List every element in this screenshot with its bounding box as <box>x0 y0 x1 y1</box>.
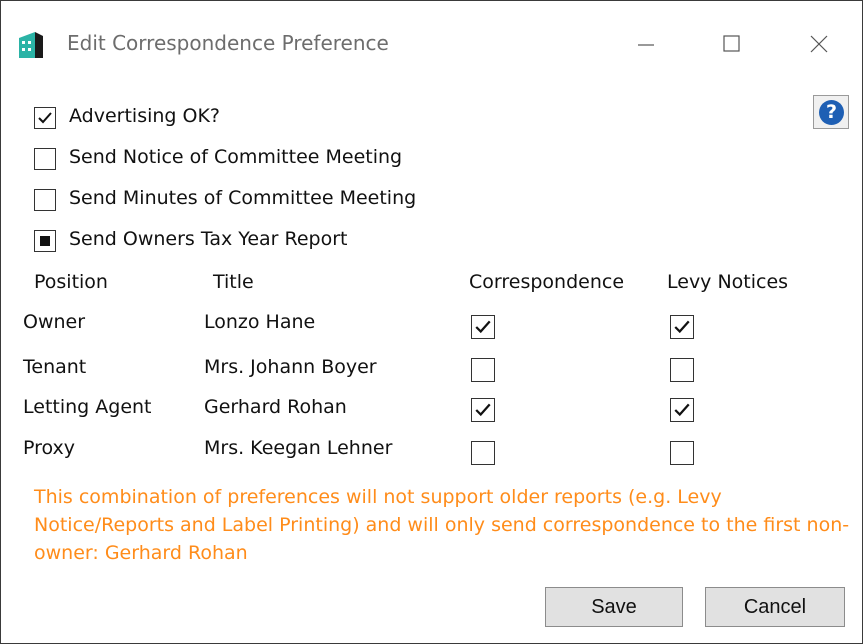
tenant-levy-notices-checkbox[interactable] <box>670 358 694 382</box>
proxy-levy-notices-checkbox[interactable] <box>670 441 694 465</box>
owner-correspondence-checkbox[interactable] <box>471 315 495 339</box>
save-button[interactable]: Save <box>545 587 683 627</box>
send-minutes-committee-label: Send Minutes of Committee Meeting <box>69 187 417 209</box>
owner-levy-notices-checkbox[interactable] <box>670 315 694 339</box>
row-title: Gerhard Rohan <box>204 396 347 418</box>
tenant-correspondence-checkbox[interactable] <box>471 358 495 382</box>
help-icon: ? <box>819 100 844 125</box>
checkmark-icon <box>38 112 52 124</box>
checkmark-icon <box>475 403 491 417</box>
row-title: Mrs. Johann Boyer <box>204 356 377 378</box>
minimize-icon <box>638 44 654 46</box>
header-title: Title <box>213 271 254 293</box>
maximize-button[interactable] <box>701 21 761 67</box>
letting-agent-correspondence-checkbox[interactable] <box>471 398 495 422</box>
row-position: Owner <box>23 311 86 333</box>
checkmark-icon <box>475 320 491 334</box>
advertising-ok-label: Advertising OK? <box>69 105 221 127</box>
indeterminate-mark <box>40 236 50 246</box>
proxy-correspondence-checkbox[interactable] <box>471 441 495 465</box>
row-position: Letting Agent <box>23 396 152 418</box>
window-title: Edit Correspondence Preference <box>67 31 389 55</box>
header-levy-notices: Levy Notices <box>667 271 789 293</box>
advertising-ok-checkbox[interactable] <box>34 107 56 129</box>
row-title: Lonzo Hane <box>204 311 316 333</box>
send-minutes-committee-checkbox[interactable] <box>34 189 56 211</box>
header-position: Position <box>34 271 108 293</box>
building-app-icon <box>15 29 47 61</box>
send-owners-tax-report-checkbox[interactable] <box>34 230 56 252</box>
row-position: Tenant <box>23 356 87 378</box>
send-owners-tax-report-label: Send Owners Tax Year Report <box>69 228 348 250</box>
send-notice-committee-label: Send Notice of Committee Meeting <box>69 146 403 168</box>
help-button[interactable]: ? <box>813 95 849 129</box>
row-position: Proxy <box>23 437 76 459</box>
letting-agent-levy-notices-checkbox[interactable] <box>670 398 694 422</box>
checkmark-icon <box>674 403 690 417</box>
maximize-icon <box>723 35 740 52</box>
checkmark-icon <box>674 320 690 334</box>
send-notice-committee-checkbox[interactable] <box>34 148 56 170</box>
header-correspondence: Correspondence <box>469 271 625 293</box>
row-title: Mrs. Keegan Lehner <box>204 437 393 459</box>
close-button[interactable] <box>789 21 849 67</box>
warning-message: This combination of preferences will not… <box>34 486 850 564</box>
minimize-button[interactable] <box>616 21 676 67</box>
title-bar: Edit Correspondence Preference <box>1 1 862 85</box>
dialog-window: Edit Correspondence Preference Advertisi… <box>0 0 863 644</box>
cancel-button[interactable]: Cancel <box>705 587 845 627</box>
close-icon <box>810 35 828 53</box>
